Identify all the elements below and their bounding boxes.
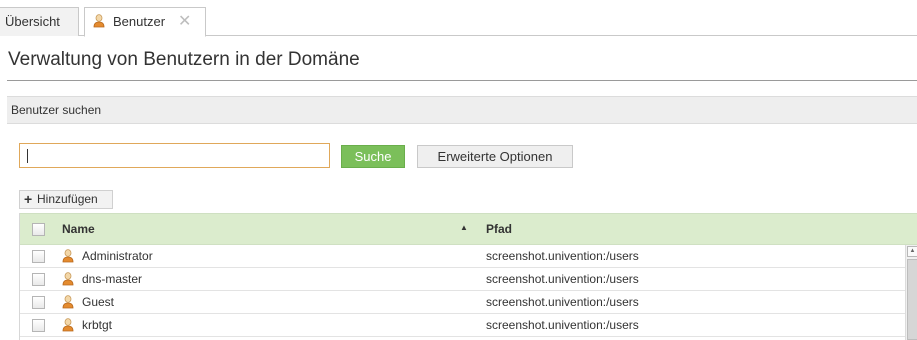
sort-ascending-icon[interactable]: ▲ <box>460 223 468 232</box>
user-icon <box>62 295 74 309</box>
vertical-scrollbar[interactable]: ▲ <box>905 245 917 340</box>
select-all-checkbox[interactable] <box>32 223 45 236</box>
row-path: screenshot.univention:/users <box>486 272 639 286</box>
add-button-label: Hinzufügen <box>37 192 98 206</box>
row-name: Guest <box>82 295 115 309</box>
tab-bar: Übersicht Benutzer ✕ <box>0 0 917 37</box>
plus-icon: + <box>24 191 33 207</box>
grid-header: Name ▲ Pfad <box>20 213 917 245</box>
search-section-header: Benutzer suchen <box>7 96 917 124</box>
users-grid: Name ▲ Pfad Administrator screenshot.uni… <box>19 213 917 340</box>
user-icon <box>62 249 74 263</box>
close-icon[interactable]: ✕ <box>178 8 191 35</box>
row-path: screenshot.univention:/users <box>486 318 639 332</box>
advanced-options-button[interactable]: Erweiterte Optionen <box>417 145 573 168</box>
row-checkbox[interactable] <box>32 296 45 309</box>
row-checkbox[interactable] <box>32 319 45 332</box>
row-checkbox[interactable] <box>32 250 45 263</box>
row-path: screenshot.univention:/users <box>486 295 639 309</box>
row-name: Administrator <box>82 249 153 263</box>
page-title: Verwaltung von Benutzern in der Domäne <box>8 49 360 70</box>
table-row[interactable]: Administrator screenshot.univention:/use… <box>20 245 905 268</box>
column-header-name[interactable]: Name <box>62 222 95 236</box>
tab-overview-label: Übersicht <box>5 14 60 29</box>
add-button[interactable]: + Hinzufügen <box>19 190 113 209</box>
scrollbar-thumb[interactable] <box>907 259 917 340</box>
tab-users-label: Benutzer <box>113 14 166 29</box>
table-row[interactable]: dns-master screenshot.univention:/users <box>20 268 905 291</box>
user-icon <box>62 272 74 286</box>
tab-overview[interactable]: Übersicht <box>0 7 79 36</box>
tab-users[interactable]: Benutzer ✕ <box>84 7 206 37</box>
search-input[interactable] <box>19 143 330 168</box>
text-caret <box>27 149 28 163</box>
scroll-up-arrow-icon[interactable]: ▲ <box>907 246 917 257</box>
table-row[interactable]: Guest screenshot.univention:/users <box>20 291 905 314</box>
user-icon <box>93 14 105 28</box>
row-path: screenshot.univention:/users <box>486 249 639 263</box>
row-name: dns-master <box>82 272 143 286</box>
row-name: krbtgt <box>82 318 113 332</box>
search-button[interactable]: Suche <box>341 145 405 168</box>
row-checkbox[interactable] <box>32 273 45 286</box>
user-icon <box>62 318 74 332</box>
column-header-path[interactable]: Pfad <box>486 222 512 236</box>
table-row[interactable]: krbtgt screenshot.univention:/users <box>20 314 905 337</box>
title-divider <box>7 80 917 81</box>
